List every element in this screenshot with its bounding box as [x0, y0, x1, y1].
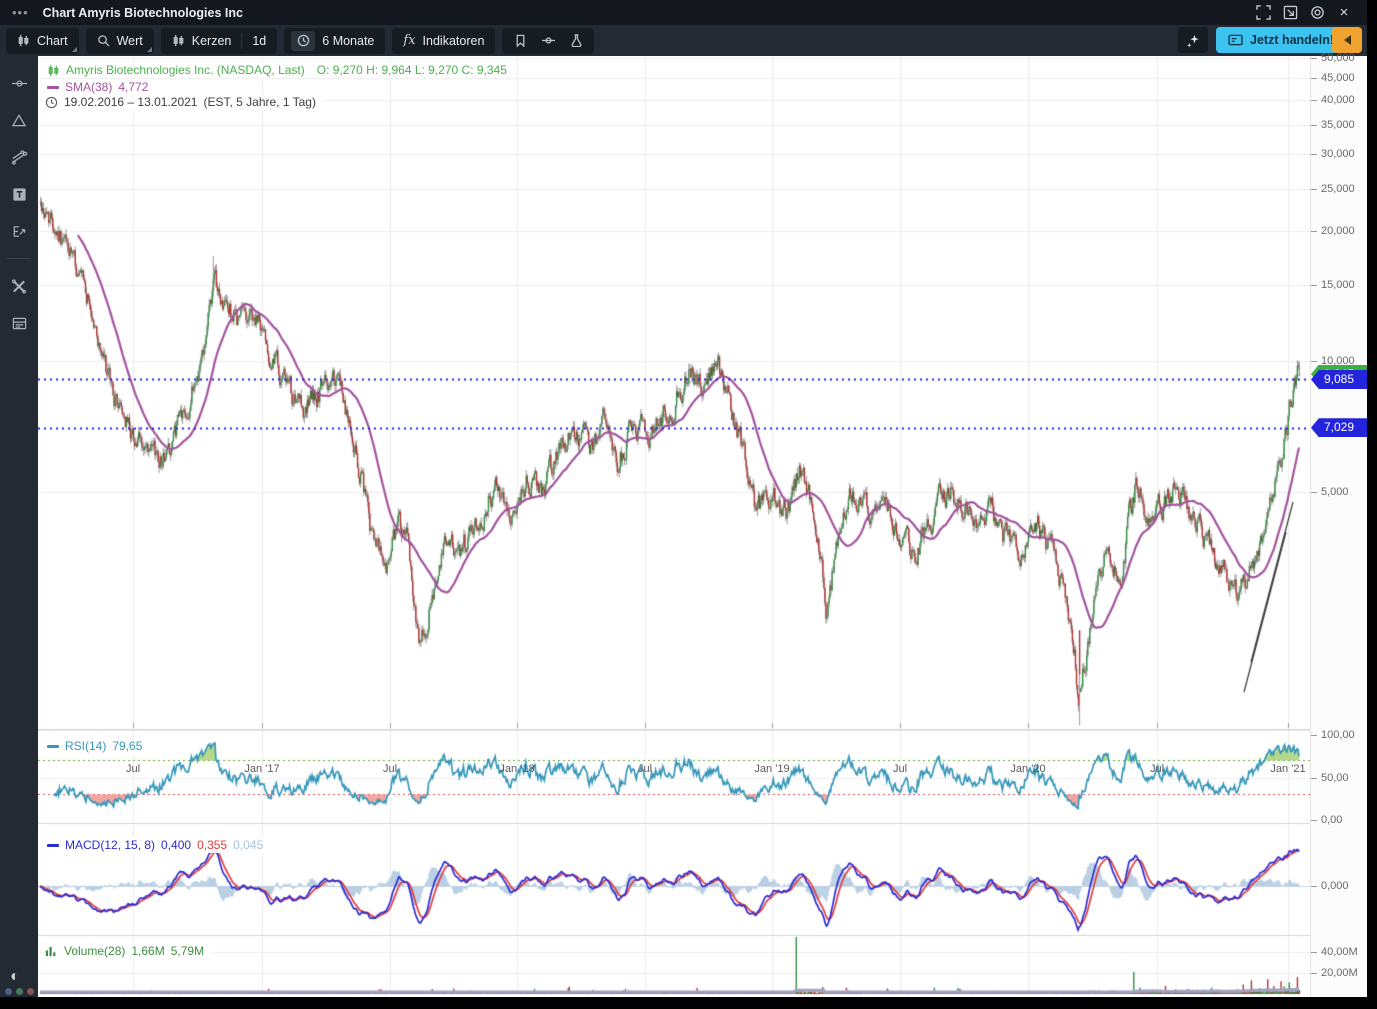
popout-icon[interactable]: [1281, 4, 1299, 22]
main-chart-canvas[interactable]: [38, 56, 1310, 997]
volume-bars-icon: [45, 945, 58, 957]
macd-legend: MACD(12, 15, 8) 0,400 0,355 0,045: [44, 837, 270, 853]
record-icon[interactable]: [1308, 4, 1326, 22]
clock-icon: [291, 31, 315, 51]
sidebar-divider: [7, 258, 31, 259]
bookmark-icon[interactable]: [506, 28, 534, 54]
theme-contrast-icon[interactable]: ◐: [10, 968, 20, 986]
axis-tick-label: 100,00: [1311, 729, 1355, 741]
text-tool-icon[interactable]: [7, 182, 31, 206]
fx-icon: fx: [403, 33, 415, 48]
rsi-dash-icon: [47, 745, 59, 748]
axis-tick-label: 20,000: [1311, 225, 1355, 237]
range-button[interactable]: 6 Monate: [284, 28, 385, 54]
ohlc-values: O: 9,270 H: 9,964 L: 9,270 C: 9,345: [317, 63, 507, 77]
main-toolbar: Chart Wert Kerzen 1d 6 Monate fx Indikat…: [0, 25, 1367, 56]
triangle-tool-icon[interactable]: [7, 108, 31, 132]
layout-panels-icon[interactable]: [7, 311, 31, 335]
axis-tick-label: 0,000: [1311, 880, 1349, 892]
price-axis[interactable]: 9,345 9,085 7,029 50,00045,00040,00035,0…: [1310, 56, 1367, 997]
sma-legend: SMA(38)4,772: [44, 79, 155, 95]
indicators-button[interactable]: fx Indikatoren: [392, 28, 495, 54]
rsi-legend: RSI(14)79,65: [44, 738, 149, 754]
palette-dot-red[interactable]: [27, 988, 34, 995]
wert-search-button[interactable]: Wert: [86, 28, 154, 54]
window-titlebar: ••• Chart Amyris Biotechnologies Inc ×: [0, 0, 1367, 25]
axis-tick-label: 5,000: [1311, 486, 1349, 498]
drawing-sidebar: ◐: [0, 56, 38, 997]
axis-tick-label: 45,000: [1311, 72, 1355, 84]
axis-tick-label: 35,000: [1311, 119, 1355, 131]
axis-tick-label: 30,000: [1311, 148, 1355, 160]
edit-annotation-tool-icon[interactable]: [7, 219, 31, 243]
axis-tick-label: 40,00M: [1311, 946, 1358, 958]
clock-icon: [45, 96, 58, 109]
fullscreen-icon[interactable]: [1254, 4, 1272, 22]
axis-tick-label: 50,00: [1311, 772, 1349, 784]
axis-tick-label: 50,000: [1311, 52, 1355, 64]
volume-legend: Volume(28) 1,66M5,79M: [42, 943, 211, 959]
macd-dash-icon: [47, 844, 59, 847]
chart-app: ••• Chart Amyris Biotechnologies Inc × C…: [0, 0, 1377, 1009]
axis-tick-label: 15,000: [1311, 279, 1355, 291]
candle-type-button: Kerzen: [192, 34, 232, 48]
level-price-tag-2[interactable]: 7,029: [1311, 418, 1367, 437]
axis-tick-label: 40,000: [1311, 94, 1355, 106]
candle-type-group[interactable]: Kerzen 1d: [161, 28, 278, 54]
axis-tick-label: 20,00M: [1311, 967, 1358, 979]
trend-lines-tool-icon[interactable]: [7, 145, 31, 169]
window-menu-icon[interactable]: •••: [12, 5, 29, 20]
palette-dot-blue[interactable]: [5, 988, 12, 995]
level-price-tag-1[interactable]: 9,085: [1311, 370, 1367, 389]
sma-dash-icon: [47, 86, 59, 89]
axis-tick-label: 25,000: [1311, 183, 1355, 195]
axis-tick-label: 0,00: [1311, 814, 1342, 826]
horizontal-line-tool-icon[interactable]: [7, 71, 31, 95]
daterange-legend: 19.02.2016 – 13.01.2021 (EST, 5 Jahre, 1…: [42, 94, 323, 110]
candles-icon: [47, 64, 60, 77]
interval-button[interactable]: 1d: [252, 34, 266, 48]
chart-tools-group: [502, 28, 594, 54]
window-title: Chart Amyris Biotechnologies Inc: [43, 6, 243, 20]
chart-menu-button[interactable]: Chart: [6, 28, 79, 54]
flask-icon[interactable]: [562, 28, 590, 54]
close-icon[interactable]: ×: [1335, 4, 1353, 22]
palette-dot-green[interactable]: [16, 988, 23, 995]
trade-now-button[interactable]: Jetzt handeln!: [1216, 27, 1346, 53]
settings-tools-icon[interactable]: [7, 274, 31, 298]
snap-line-icon[interactable]: [534, 28, 562, 54]
collapse-panel-button[interactable]: [1332, 27, 1362, 53]
candles-icon: [172, 34, 185, 47]
instrument-legend: Amyris Biotechnologies Inc. (NASDAQ, Las…: [44, 62, 514, 78]
magic-tools-button[interactable]: [1178, 27, 1208, 53]
